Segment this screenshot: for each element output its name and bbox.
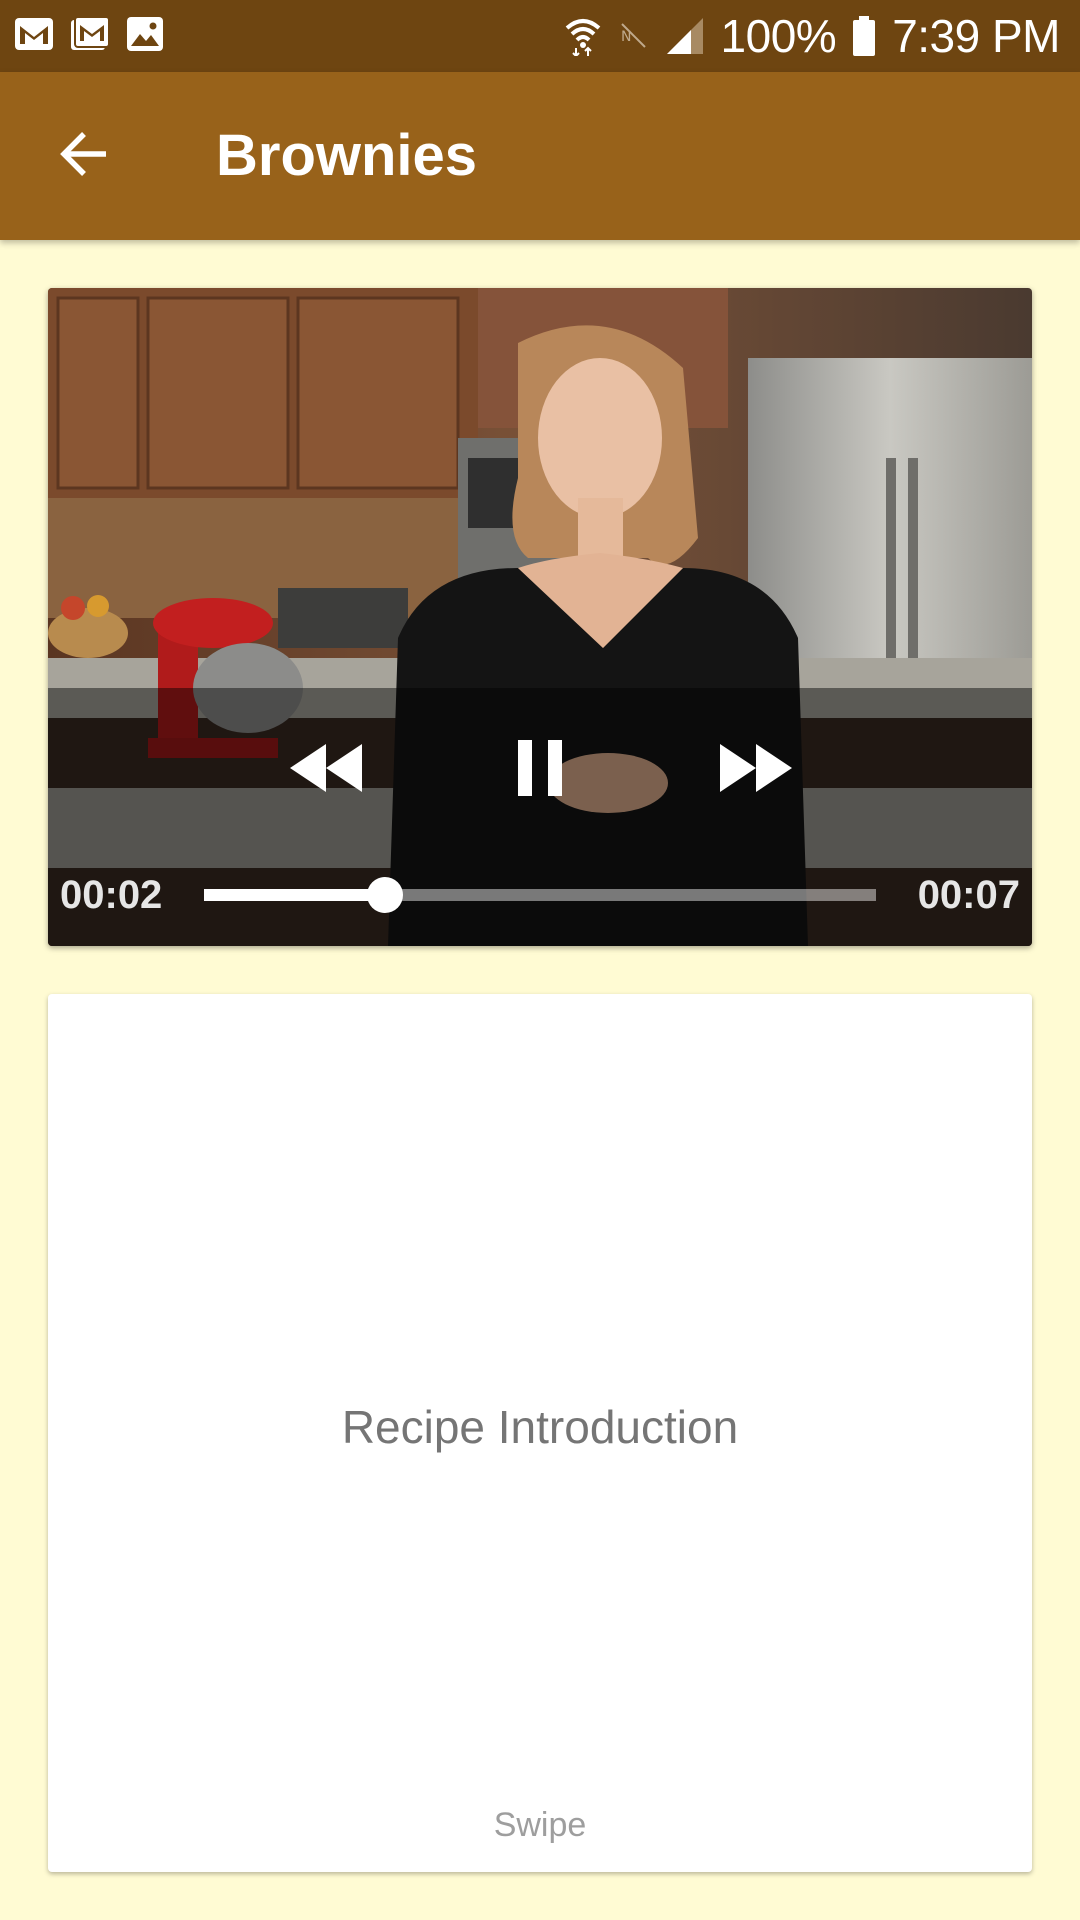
- fast-forward-icon: [716, 742, 796, 799]
- step-title: Recipe Introduction: [341, 1401, 739, 1453]
- rewind-icon: [286, 742, 366, 799]
- gmail-inbox-icon: [70, 15, 110, 57]
- rewind-button[interactable]: [278, 730, 374, 810]
- page-title: Brownies: [216, 123, 478, 188]
- arrow-back-icon: [58, 128, 110, 185]
- swipe-hint: Swipe: [493, 1806, 587, 1844]
- system-indicators: N 100% 7:39 PM: [563, 0, 1060, 72]
- back-button[interactable]: [42, 114, 126, 198]
- step-card[interactable]: Recipe Introduction Swipe: [48, 994, 1032, 1872]
- status-bar: N 100% 7:39 PM: [0, 0, 1080, 72]
- pause-button[interactable]: [488, 730, 592, 810]
- gmail-icon: [14, 17, 54, 56]
- player-controls: 00:02 00:07: [48, 688, 1032, 946]
- seek-thumb[interactable]: [367, 877, 404, 913]
- fast-forward-button[interactable]: [708, 730, 804, 810]
- nfc-off-icon: N: [619, 21, 649, 51]
- app-bar: Brownies: [0, 72, 1080, 240]
- seek-bar[interactable]: [204, 877, 876, 913]
- battery-icon: [852, 16, 876, 56]
- gallery-icon: [126, 16, 164, 57]
- pause-icon: [514, 739, 566, 801]
- total-time: 00:07: [917, 873, 1020, 917]
- video-player[interactable]: 00:02 00:07: [48, 288, 1032, 946]
- current-time: 00:02: [60, 873, 163, 917]
- clock: 7:39 PM: [892, 10, 1060, 62]
- cell-signal-icon: [665, 16, 705, 56]
- notification-icons: [14, 0, 164, 72]
- wifi-icon: [563, 16, 603, 56]
- battery-percent: 100%: [720, 10, 837, 62]
- seek-played: [204, 889, 386, 901]
